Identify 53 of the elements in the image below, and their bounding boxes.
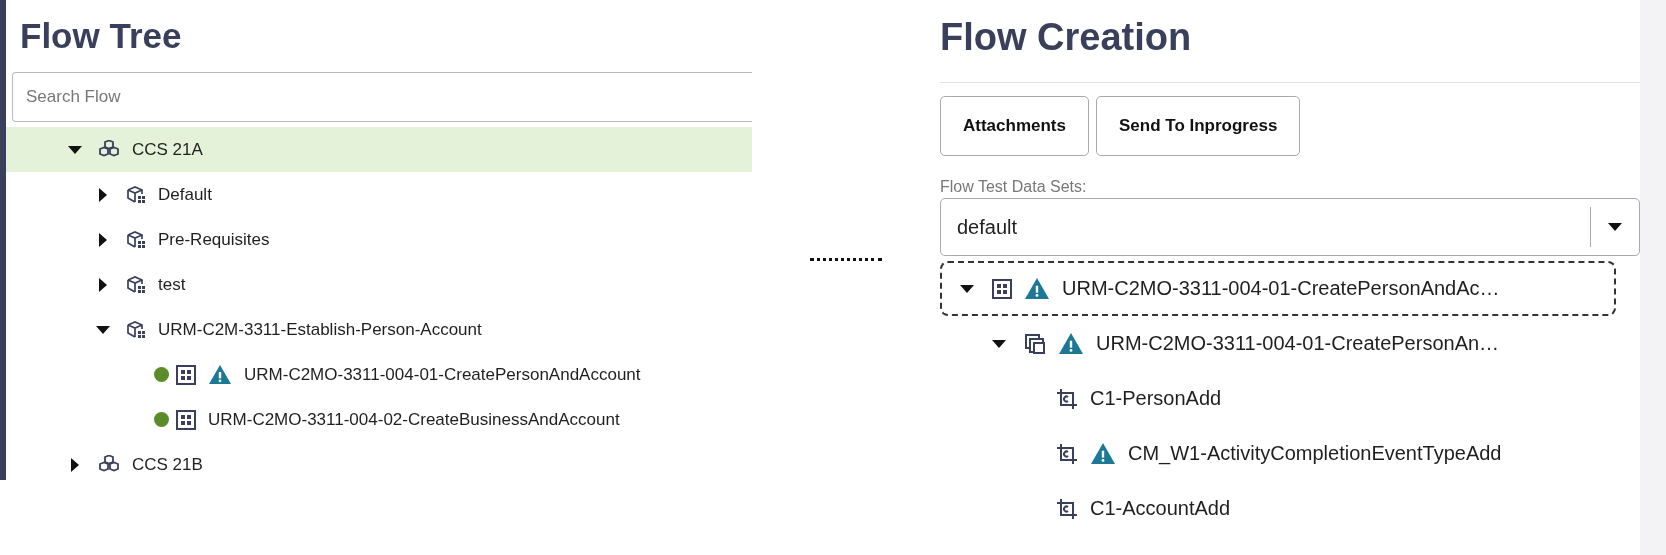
tree-item[interactable]: URM-C2MO-3311-004-01-CreatePersonAndAc… <box>940 261 1616 316</box>
caret-down-icon[interactable] <box>68 145 82 154</box>
crop-icon <box>1056 387 1078 410</box>
tree-item[interactable]: test <box>6 262 752 307</box>
grid-icon <box>992 278 1012 299</box>
caret-down-icon[interactable] <box>960 284 974 293</box>
crop-icon <box>1056 497 1078 520</box>
caret-right-icon[interactable] <box>99 187 107 202</box>
tree-label: URM-C2MO-3311-004-01-CreatePersonAndAc… <box>1062 277 1500 300</box>
tree-label: test <box>158 274 186 295</box>
tree-item[interactable]: Default <box>6 172 752 217</box>
tree-item[interactable]: CCS 21A <box>6 127 752 172</box>
tree-label: CM_W1-ActivityCompletionEventTypeAdd <box>1128 442 1502 465</box>
tree-item[interactable]: URM-C2MO-3311-004-01-CreatePersonAndAccount <box>6 352 752 397</box>
tree-item[interactable]: C1-AccountAdd <box>940 481 1616 536</box>
caret-right-icon[interactable] <box>99 277 107 292</box>
cube-grid-icon <box>126 319 146 340</box>
tree-label: URM-C2M-3311-Establish-Person-Account <box>158 319 482 340</box>
grid-icon <box>176 364 196 385</box>
tree-label: Pre-Requisites <box>158 229 270 250</box>
tree-item[interactable]: URM-C2MO-3311-004-02-CreateBusinessAndAccount <box>6 397 752 442</box>
tree-item[interactable]: CCS 21B <box>6 442 752 487</box>
data-set-select[interactable]: default <box>940 198 1640 256</box>
tree-label: C1-PersonAdd <box>1090 387 1222 410</box>
copy-icon <box>1024 332 1046 355</box>
tree-item[interactable]: Pre-Requisites <box>6 217 752 262</box>
splitter-handle[interactable] <box>810 258 882 261</box>
tree-item[interactable]: C1-PersonAdd <box>940 371 1616 426</box>
cube-grid-icon <box>126 229 146 250</box>
tree-label: URM-C2MO-3311-004-02-CreateBusinessAndAccount <box>208 409 620 430</box>
cube-grid-icon <box>126 184 146 205</box>
caret-down-icon[interactable] <box>96 325 110 334</box>
caret-right-icon[interactable] <box>99 232 107 247</box>
panel-title: Flow Tree <box>19 15 183 57</box>
caret-right-icon[interactable] <box>71 457 79 472</box>
toolbar-button[interactable]: Send To Inprogress <box>1095 96 1301 156</box>
caret-down-icon[interactable] <box>992 339 1006 348</box>
tree-item[interactable]: URM-C2M-3311-Establish-Person-Account <box>6 307 752 352</box>
tree-item[interactable]: URM-C2MO-3311-004-01-CreatePersonAn… <box>940 316 1616 371</box>
tree-label: URM-C2MO-3311-004-01-CreatePersonAn… <box>1096 332 1500 355</box>
tree-label: Default <box>158 184 212 205</box>
tree-label: CCS 21B <box>132 454 203 475</box>
toolbar-button[interactable]: Attachments <box>940 96 1089 156</box>
tree-label: C1-AccountAdd <box>1090 497 1231 520</box>
tree-item[interactable]: CM_W1-ActivityCompletionEventTypeAdd <box>940 426 1616 481</box>
cube-grid-icon <box>126 274 146 295</box>
caret-down-icon[interactable] <box>1608 223 1622 231</box>
grid-icon <box>176 409 196 430</box>
search-field[interactable]: Search Flow <box>12 72 752 122</box>
tree-label: URM-C2MO-3311-004-01-CreatePersonAndAccount <box>244 364 641 385</box>
tree-label: CCS 21A <box>132 139 203 160</box>
field-label: Flow Test Data Sets: <box>940 178 1088 196</box>
crop-icon <box>1056 442 1078 465</box>
